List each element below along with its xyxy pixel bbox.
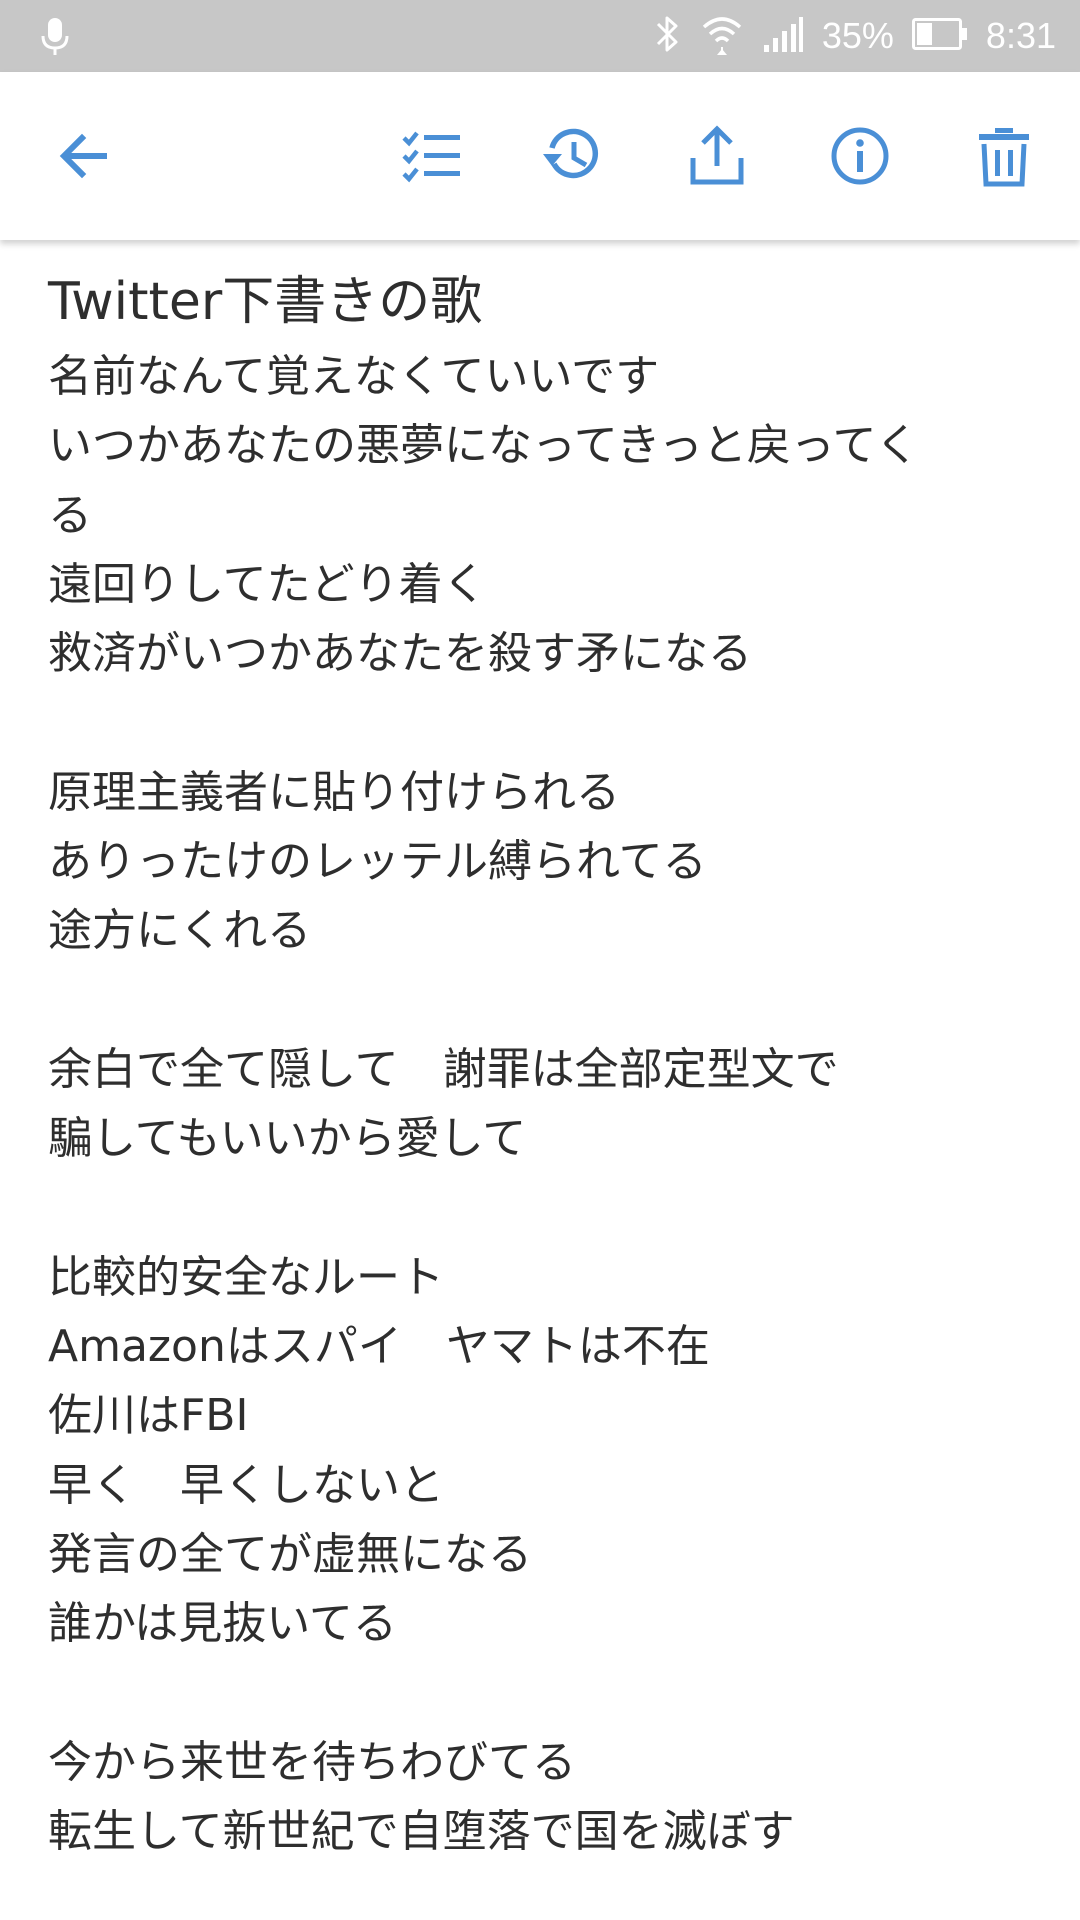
wifi-icon (700, 13, 744, 59)
note-line: 救済がいつかあなたを殺す矛になる (48, 628, 752, 680)
checklist-icon[interactable] (394, 118, 470, 194)
mic-icon (38, 16, 72, 56)
note-line (48, 1659, 1048, 1728)
battery-percent: 35% (821, 15, 894, 56)
info-icon[interactable] (822, 118, 898, 194)
note-line: 騙してもいいから愛して (48, 1113, 527, 1165)
note-body[interactable]: Twitter下書きの歌 名前なんて覚えなくていいですいつかあなたの悪夢になって… (48, 262, 1048, 1867)
signal-icon (762, 16, 804, 56)
note-line (48, 966, 1048, 1035)
note-toolbar (0, 72, 1080, 240)
note-line: 発言の全てが虚無になる (48, 1529, 532, 1581)
note-title: Twitter下書きの歌 (48, 272, 483, 332)
battery-icon (911, 18, 968, 54)
note-line: 誰かは見抜いてる (48, 1598, 397, 1650)
history-icon[interactable] (534, 118, 610, 194)
note-line: ありったけのレッテル縛られてる (48, 836, 707, 888)
note-line: 今から来世を待ちわびてる (48, 1736, 576, 1788)
note-line: 佐川はFBI (48, 1390, 249, 1442)
note-line: 途方にくれる (48, 905, 312, 957)
note-line (48, 688, 1048, 757)
note-line: 原理主義者に貼り付けられる (48, 766, 620, 818)
clock-time: 8:31 (985, 15, 1056, 56)
note-line: 遠回りしてたどり着く (48, 558, 487, 610)
back-arrow-icon[interactable] (46, 118, 122, 194)
note-line: Amazonはスパイ ヤマトは不在 (48, 1321, 710, 1373)
note-line: る (48, 489, 92, 541)
trash-icon[interactable] (966, 118, 1042, 194)
note-line: 余白で全て隠して 謝罪は全部定型文で (48, 1043, 839, 1095)
note-line (48, 1174, 1048, 1243)
note-line: いつかあなたの悪夢になってきっと戻ってく (48, 420, 920, 472)
note-line: 名前なんて覚えなくていいです (48, 351, 660, 402)
share-icon[interactable] (679, 118, 755, 194)
note-line: 比較的安全なルート (48, 1251, 444, 1303)
note-line: 転生して新世紀で自堕落で国を滅ぼす (48, 1806, 795, 1858)
status-bar: 35% 8:31 (0, 0, 1080, 72)
bluetooth-icon (652, 13, 682, 59)
note-text: 名前なんて覚えなくていいですいつかあなたの悪夢になってきっと戻ってくる遠回りして… (48, 342, 1048, 1867)
note-line: 早く 早くしないと (48, 1459, 444, 1511)
